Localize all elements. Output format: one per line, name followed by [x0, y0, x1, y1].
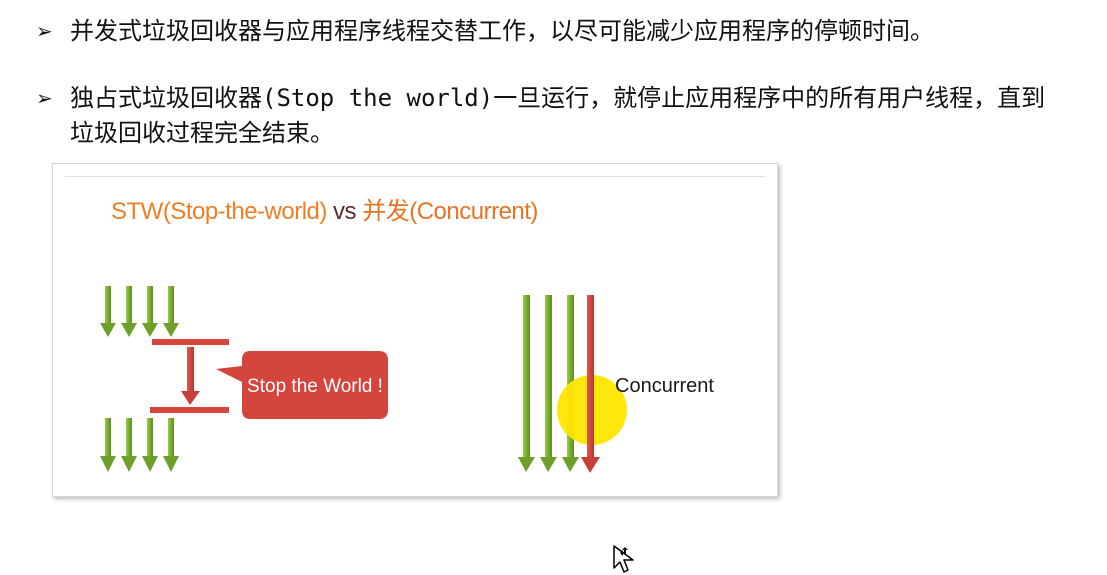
stw-definition-prefix: 独占式垃圾回收器	[70, 84, 262, 112]
concurrent-app-thread-2	[540, 295, 557, 472]
thread-arrow-after-2	[121, 418, 137, 472]
bullet-stw-definition: ➢ 独占式垃圾回收器(Stop the world)一旦运行，就停止应用程序中的…	[36, 81, 1046, 151]
stw-definition-text: 独占式垃圾回收器(Stop the world)一旦运行，就停止应用程序中的所有…	[70, 81, 1046, 151]
stw-gc-thread-arrow	[181, 347, 200, 405]
bullet-concurrent-definition: ➢ 并发式垃圾回收器与应用程序线程交替工作，以尽可能减少应用程序的停顿时间。	[36, 14, 934, 49]
stop-the-world-text: Stop the World !	[247, 376, 383, 397]
concurrent-right-diagram: Concurrent	[518, 295, 714, 473]
diagram-graphics: Stop the World ! Concurrent	[100, 286, 714, 473]
thread-arrow-before-3	[142, 286, 158, 337]
thread-arrow-after-1	[100, 418, 116, 472]
stw-definition-mono: (Stop the world)	[262, 84, 494, 112]
stw-pause-bar-top	[152, 339, 229, 345]
concurrent-label: Concurrent	[615, 375, 714, 397]
thread-arrow-before-2	[121, 286, 137, 337]
concurrent-app-thread-1	[518, 295, 535, 472]
thread-arrow-before-4	[163, 286, 179, 337]
concurrent-definition-text: 并发式垃圾回收器与应用程序线程交替工作，以尽可能减少应用程序的停顿时间。	[70, 17, 934, 45]
thread-arrow-before-1	[100, 286, 116, 337]
bullet-arrow-icon: ➢	[36, 86, 53, 110]
stw-left-diagram: Stop the World !	[100, 286, 388, 472]
stw-threads-before	[100, 286, 179, 337]
thread-arrow-after-4	[163, 418, 179, 472]
stw-threads-after	[100, 418, 179, 472]
stw-pause-bar-bottom	[150, 407, 229, 413]
stop-the-world-callout: Stop the World !	[216, 351, 388, 419]
thread-arrow-after-3	[142, 418, 158, 472]
bullet-arrow-icon: ➢	[36, 19, 53, 43]
